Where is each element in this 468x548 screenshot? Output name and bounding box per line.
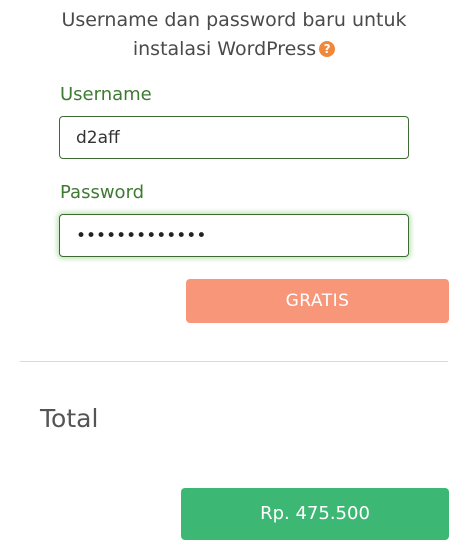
username-label: Username xyxy=(60,84,152,105)
question-icon[interactable]: ? xyxy=(319,41,335,57)
instructions-text: Username dan password baru untuk instala… xyxy=(0,6,468,64)
username-input[interactable]: d2aff xyxy=(59,116,409,159)
password-label: Password xyxy=(60,182,144,203)
password-input[interactable]: ••••••••••••• xyxy=(59,214,409,257)
price-button[interactable]: Rp. 475.500 xyxy=(181,488,449,540)
instructions-line-1: Username dan password baru untuk xyxy=(0,6,468,35)
total-label: Total xyxy=(40,404,98,433)
gratis-button[interactable]: GRATIS xyxy=(186,279,449,323)
instructions-line-2: instalasi WordPress? xyxy=(0,35,468,64)
divider xyxy=(20,361,448,362)
instructions-line-2-text: instalasi WordPress xyxy=(133,38,316,60)
